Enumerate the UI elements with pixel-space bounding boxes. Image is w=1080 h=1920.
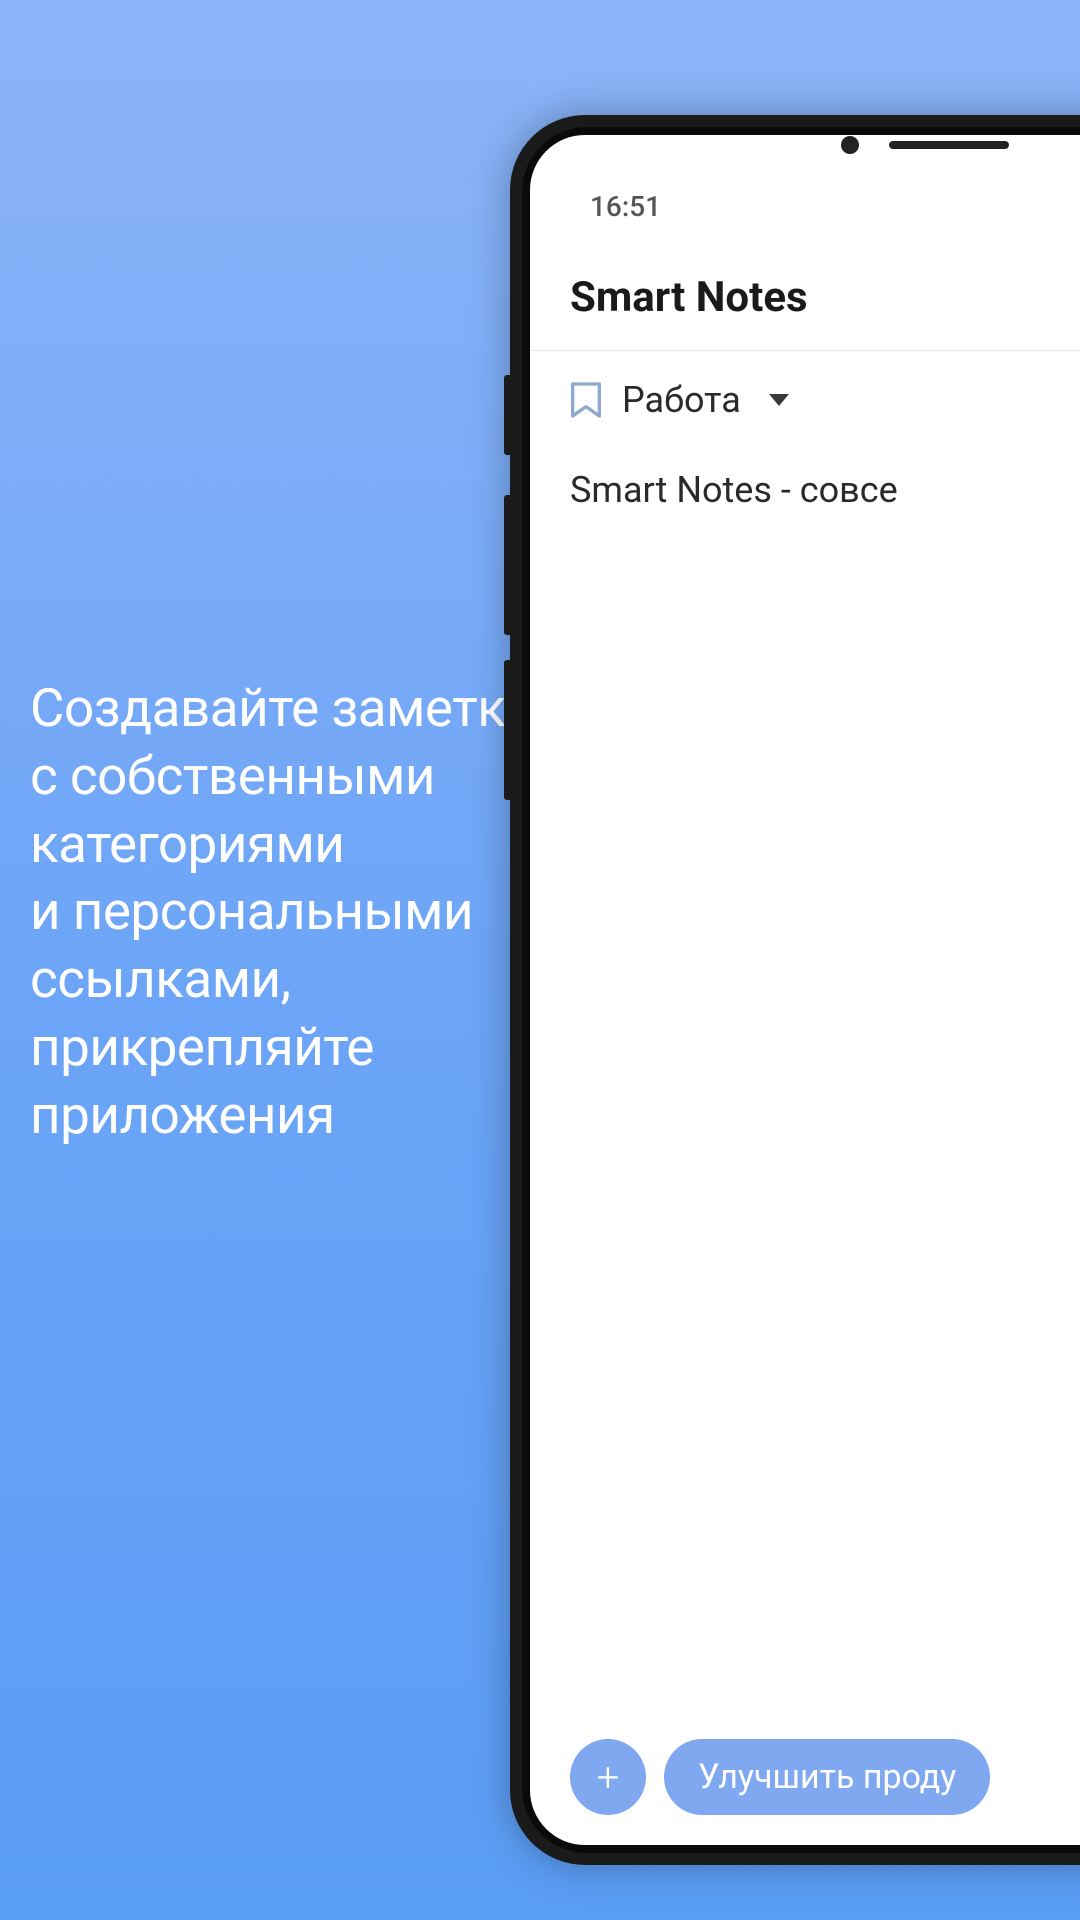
category-dropdown[interactable]: Работа (530, 351, 1080, 449)
promo-line-3: категориями (30, 811, 535, 879)
promo-line-5: ссылками, (30, 946, 535, 1014)
promo-line-4: и персональными (30, 878, 535, 946)
phone-screen: 16:51 Smart Notes Работа Smart Notes - с… (530, 135, 1080, 1845)
app-title: Smart Notes (570, 273, 1080, 322)
add-button[interactable]: + (570, 1739, 646, 1815)
camera-icon (841, 136, 859, 154)
phone-volume-up (504, 495, 510, 635)
promo-line-6: прикрепляйте (30, 1014, 535, 1082)
category-label: Работа (622, 379, 741, 421)
bottom-actions: + Улучшить проду (530, 1739, 1080, 1845)
promo-line-2: с собственными (30, 743, 535, 811)
promo-text: Создавайте заметки с собственными катего… (30, 675, 535, 1150)
phone-side-button (504, 375, 510, 455)
phone-frame: 16:51 Smart Notes Работа Smart Notes - с… (510, 115, 1080, 1865)
note-text[interactable]: Smart Notes - совсе (530, 449, 1080, 531)
status-time: 16:51 (590, 190, 661, 223)
app-header: Smart Notes (530, 243, 1080, 351)
chevron-down-icon (769, 394, 789, 406)
promo-line-1: Создавайте заметки (30, 675, 535, 743)
improve-product-chip[interactable]: Улучшить проду (664, 1739, 990, 1815)
promo-line-7: приложения (30, 1082, 535, 1150)
phone-volume-down (504, 660, 510, 800)
speaker-icon (889, 141, 1009, 149)
plus-icon: + (597, 1754, 620, 1801)
phone-inner: 16:51 Smart Notes Работа Smart Notes - с… (522, 127, 1080, 1853)
phone-notch (785, 127, 1065, 162)
bookmark-icon (570, 381, 602, 419)
